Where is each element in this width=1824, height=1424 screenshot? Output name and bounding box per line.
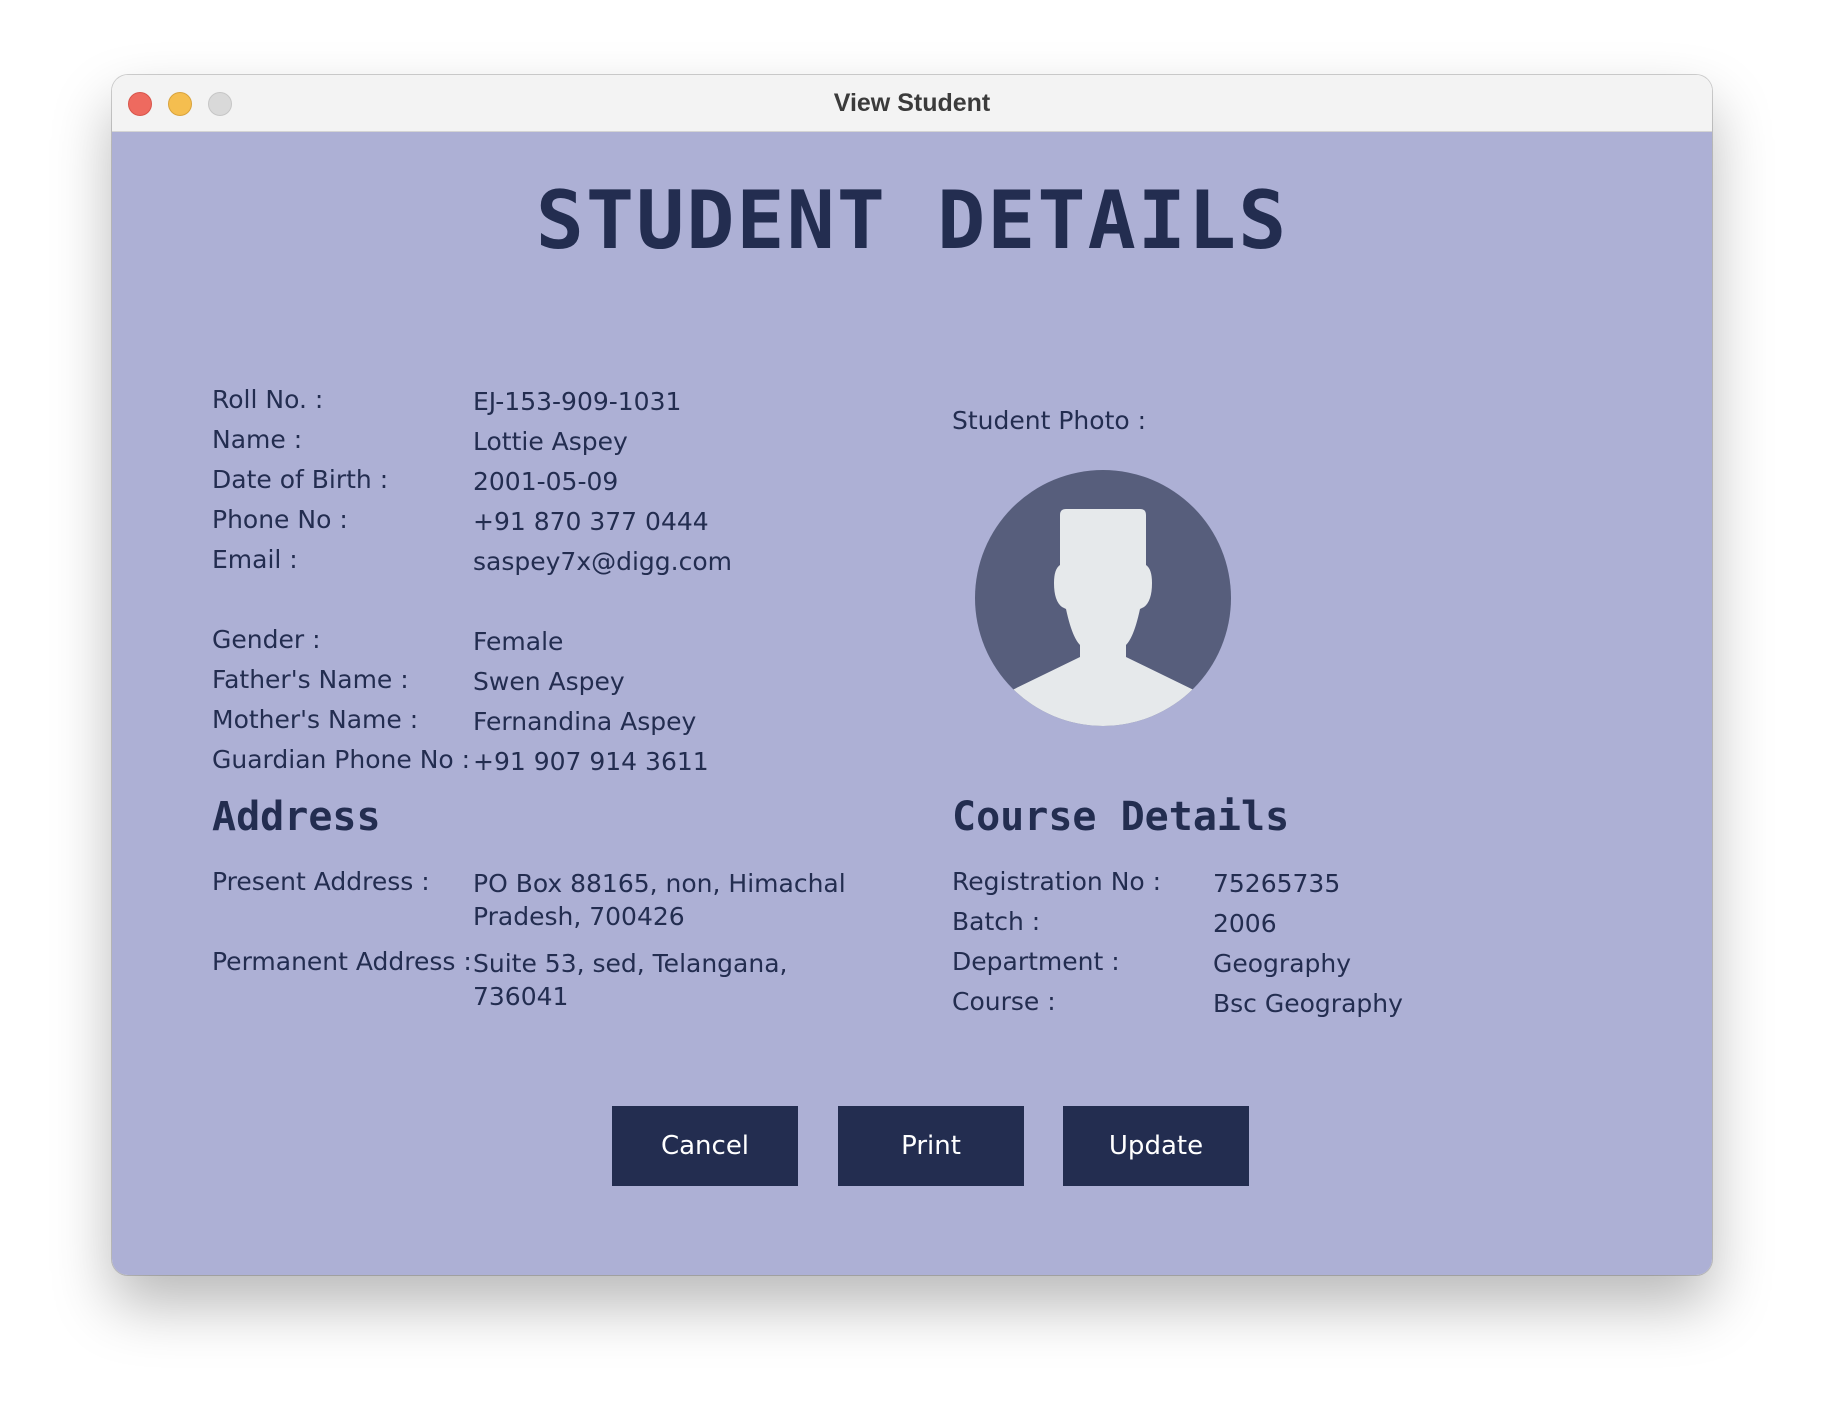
registration-no-label: Registration No : [952,867,1162,896]
name-value: Lottie Aspey [473,427,628,456]
roll-no-value: EJ-153-909-1031 [473,387,682,416]
permanent-address-label: Permanent Address : [212,947,472,976]
gender-label: Gender : [212,625,321,654]
guardian-phone-value: +91 907 914 3611 [473,747,709,776]
father-name-value: Swen Aspey [473,667,625,696]
permanent-address-value: Suite 53, sed, Telangana, 736041 [473,949,788,1011]
phone-label: Phone No : [212,505,348,534]
department-label: Department : [952,947,1120,976]
email-label: Email : [212,545,298,574]
name-label: Name : [212,425,303,454]
gender-value: Female [473,627,564,656]
guardian-phone-label: Guardian Phone No : [212,745,471,774]
update-button[interactable]: Update [1063,1106,1249,1186]
person-silhouette-icon [974,469,1232,727]
page-title: STUDENT DETAILS [535,174,1289,267]
present-address-value: PO Box 88165, non, Himachal Pradesh, 700… [473,869,846,931]
mother-name-value: Fernandina Aspey [473,707,697,736]
course-details-heading: Course Details [952,794,1290,840]
course-value: Bsc Geography [1213,989,1403,1018]
present-address-label: Present Address : [212,867,430,896]
student-photo-label: Student Photo : [952,406,1147,435]
father-name-label: Father's Name : [212,665,409,694]
window-title: View Student [833,89,991,117]
student-details-panel: STUDENT DETAILS Roll No. : EJ-153-909-10… [112,132,1712,1275]
print-button[interactable]: Print [838,1106,1024,1186]
registration-no-value: 75265735 [1213,869,1341,898]
batch-value: 2006 [1213,909,1277,938]
dob-label: Date of Birth : [212,465,389,494]
department-value: Geography [1213,949,1352,978]
phone-value: +91 870 377 0444 [473,507,709,536]
roll-no-label: Roll No. : [212,385,324,414]
dob-value: 2001-05-09 [473,467,619,496]
batch-label: Batch : [952,907,1041,936]
address-heading: Address [212,794,381,840]
course-label: Course : [952,987,1056,1016]
view-student-window: View Student STUDENT DETAILS Roll No. : … [112,75,1712,1275]
email-value: saspey7x@digg.com [473,547,733,576]
mother-name-label: Mother's Name : [212,705,419,734]
cancel-button[interactable]: Cancel [612,1106,798,1186]
title-bar: View Student [112,75,1712,132]
